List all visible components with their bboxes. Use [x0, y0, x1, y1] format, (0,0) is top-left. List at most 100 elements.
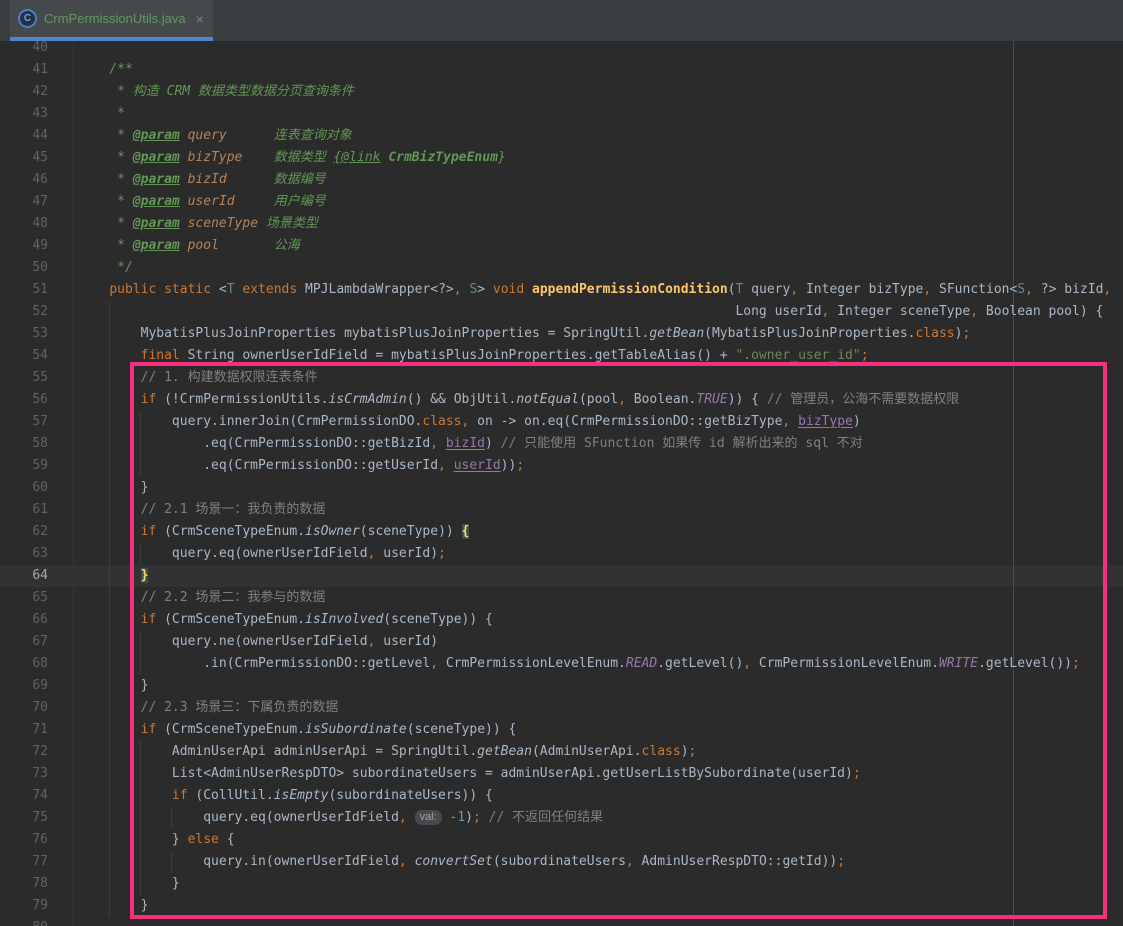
code-line-70[interactable]: 70 // 2.3 场景三：下属负责的数据 — [0, 697, 1123, 719]
code-line-67[interactable]: 67 query.ne(ownerUserIdField, userId) — [0, 631, 1123, 653]
code-line-49[interactable]: 49 * @param pool 公海 — [0, 235, 1123, 257]
code-line-54[interactable]: 54 final String ownerUserIdField = mybat… — [0, 345, 1123, 367]
line-number[interactable]: 74 — [0, 785, 48, 807]
code-line-41[interactable]: 41 /** — [0, 59, 1123, 81]
code-text: } — [78, 873, 180, 895]
code-text: Long userId, Integer sceneType, Boolean … — [78, 301, 1103, 323]
line-number[interactable]: 51 — [0, 279, 48, 301]
tab-close-icon[interactable]: × — [196, 12, 204, 26]
line-number[interactable]: 57 — [0, 411, 48, 433]
code-line-71[interactable]: 71 if (CrmSceneTypeEnum.isSubordinate(sc… — [0, 719, 1123, 741]
code-line-45[interactable]: 45 * @param bizType 数据类型 {@link CrmBizTy… — [0, 147, 1123, 169]
code-text: * @param bizType 数据类型 {@link CrmBizTypeE… — [78, 147, 506, 169]
code-line-61[interactable]: 61 // 2.1 场景一：我负责的数据 — [0, 499, 1123, 521]
code-text: * — [78, 103, 125, 125]
code-line-40[interactable]: 40 — [0, 41, 1123, 59]
code-line-69[interactable]: 69 } — [0, 675, 1123, 697]
line-number[interactable]: 50 — [0, 257, 48, 279]
code-line-63[interactable]: 63 query.eq(ownerUserIdField, userId); — [0, 543, 1123, 565]
code-text: * @param sceneType 场景类型 — [78, 213, 318, 235]
line-number[interactable]: 45 — [0, 147, 48, 169]
code-line-53[interactable]: 53 MybatisPlusJoinProperties mybatisPlus… — [0, 323, 1123, 345]
code-line-50[interactable]: 50 */ — [0, 257, 1123, 279]
line-number[interactable]: 75 — [0, 807, 48, 829]
line-number[interactable]: 56 — [0, 389, 48, 411]
code-line-57[interactable]: 57 query.innerJoin(CrmPermissionDO.class… — [0, 411, 1123, 433]
code-line-59[interactable]: 59 .eq(CrmPermissionDO::getUserId, userI… — [0, 455, 1123, 477]
code-text: /** — [78, 59, 133, 81]
code-line-64[interactable]: 64 } — [0, 565, 1123, 587]
code-line-43[interactable]: 43 * — [0, 103, 1123, 125]
code-line-80[interactable]: 80 — [0, 917, 1123, 926]
line-number[interactable]: 64 — [0, 565, 48, 587]
line-number[interactable]: 42 — [0, 81, 48, 103]
line-number[interactable]: 80 — [0, 917, 48, 926]
line-number[interactable]: 49 — [0, 235, 48, 257]
code-line-48[interactable]: 48 * @param sceneType 场景类型 — [0, 213, 1123, 235]
line-number[interactable]: 59 — [0, 455, 48, 477]
code-line-42[interactable]: 42 * 构造 CRM 数据类型数据分页查询条件 — [0, 81, 1123, 103]
code-line-68[interactable]: 68 .in(CrmPermissionDO::getLevel, CrmPer… — [0, 653, 1123, 675]
line-number[interactable]: 47 — [0, 191, 48, 213]
code-line-65[interactable]: 65 // 2.2 场景二：我参与的数据 — [0, 587, 1123, 609]
code-line-44[interactable]: 44 * @param query 连表查询对象 — [0, 125, 1123, 147]
line-number[interactable]: 71 — [0, 719, 48, 741]
code-line-74[interactable]: 74 if (CollUtil.isEmpty(subordinateUsers… — [0, 785, 1123, 807]
line-number[interactable]: 67 — [0, 631, 48, 653]
line-number[interactable]: 54 — [0, 345, 48, 367]
line-number[interactable]: 68 — [0, 653, 48, 675]
code-line-78[interactable]: 78 } — [0, 873, 1123, 895]
line-number[interactable]: 41 — [0, 59, 48, 81]
line-number[interactable]: 48 — [0, 213, 48, 235]
line-number[interactable]: 79 — [0, 895, 48, 917]
line-number[interactable]: 52 — [0, 301, 48, 323]
code-line-47[interactable]: 47 * @param userId 用户编号 — [0, 191, 1123, 213]
code-text: } — [78, 477, 148, 499]
code-line-72[interactable]: 72 AdminUserApi adminUserApi = SpringUti… — [0, 741, 1123, 763]
line-number[interactable]: 53 — [0, 323, 48, 345]
code-text: // 2.2 场景二：我参与的数据 — [78, 587, 325, 609]
line-number[interactable]: 73 — [0, 763, 48, 785]
code-text: if (CollUtil.isEmpty(subordinateUsers)) … — [78, 785, 493, 807]
code-line-62[interactable]: 62 if (CrmSceneTypeEnum.isOwner(sceneTyp… — [0, 521, 1123, 543]
line-number[interactable]: 46 — [0, 169, 48, 191]
line-number[interactable]: 60 — [0, 477, 48, 499]
line-number[interactable]: 61 — [0, 499, 48, 521]
line-number[interactable]: 72 — [0, 741, 48, 763]
line-number[interactable]: 40 — [0, 41, 48, 59]
line-number[interactable]: 63 — [0, 543, 48, 565]
line-number[interactable]: 76 — [0, 829, 48, 851]
code-line-79[interactable]: 79 } — [0, 895, 1123, 917]
line-number[interactable]: 77 — [0, 851, 48, 873]
code-line-73[interactable]: 73 List<AdminUserRespDTO> subordinateUse… — [0, 763, 1123, 785]
line-number[interactable]: 43 — [0, 103, 48, 125]
line-number[interactable]: 44 — [0, 125, 48, 147]
code-text: } — [78, 895, 148, 917]
code-line-60[interactable]: 60 } — [0, 477, 1123, 499]
code-line-66[interactable]: 66 if (CrmSceneTypeEnum.isInvolved(scene… — [0, 609, 1123, 631]
line-number[interactable]: 58 — [0, 433, 48, 455]
line-number[interactable]: 78 — [0, 873, 48, 895]
code-line-76[interactable]: 76 } else { — [0, 829, 1123, 851]
code-line-75[interactable]: 75 query.eq(ownerUserIdField, val: -1); … — [0, 807, 1123, 829]
code-line-51[interactable]: 51 public static <T extends MPJLambdaWra… — [0, 279, 1123, 301]
code-editor[interactable]: 4041 /**42 * 构造 CRM 数据类型数据分页查询条件43 *44 *… — [0, 41, 1123, 926]
line-number[interactable]: 69 — [0, 675, 48, 697]
code-text: query.innerJoin(CrmPermissionDO.class, o… — [78, 411, 861, 433]
line-number[interactable]: 62 — [0, 521, 48, 543]
code-line-58[interactable]: 58 .eq(CrmPermissionDO::getBizId, bizId)… — [0, 433, 1123, 455]
code-text: query.ne(ownerUserIdField, userId) — [78, 631, 438, 653]
line-number[interactable]: 70 — [0, 697, 48, 719]
code-text: .in(CrmPermissionDO::getLevel, CrmPermis… — [78, 653, 1080, 675]
code-text: MybatisPlusJoinProperties mybatisPlusJoi… — [78, 323, 970, 345]
code-text: if (!CrmPermissionUtils.isCrmAdmin() && … — [78, 389, 959, 411]
tab-crmpermissionutils[interactable]: C CrmPermissionUtils.java × — [10, 0, 213, 37]
code-line-56[interactable]: 56 if (!CrmPermissionUtils.isCrmAdmin() … — [0, 389, 1123, 411]
code-line-52[interactable]: 52 Long userId, Integer sceneType, Boole… — [0, 301, 1123, 323]
line-number[interactable]: 55 — [0, 367, 48, 389]
code-line-77[interactable]: 77 query.in(ownerUserIdField, convertSet… — [0, 851, 1123, 873]
line-number[interactable]: 65 — [0, 587, 48, 609]
code-line-55[interactable]: 55 // 1. 构建数据权限连表条件 — [0, 367, 1123, 389]
line-number[interactable]: 66 — [0, 609, 48, 631]
code-line-46[interactable]: 46 * @param bizId 数据编号 — [0, 169, 1123, 191]
